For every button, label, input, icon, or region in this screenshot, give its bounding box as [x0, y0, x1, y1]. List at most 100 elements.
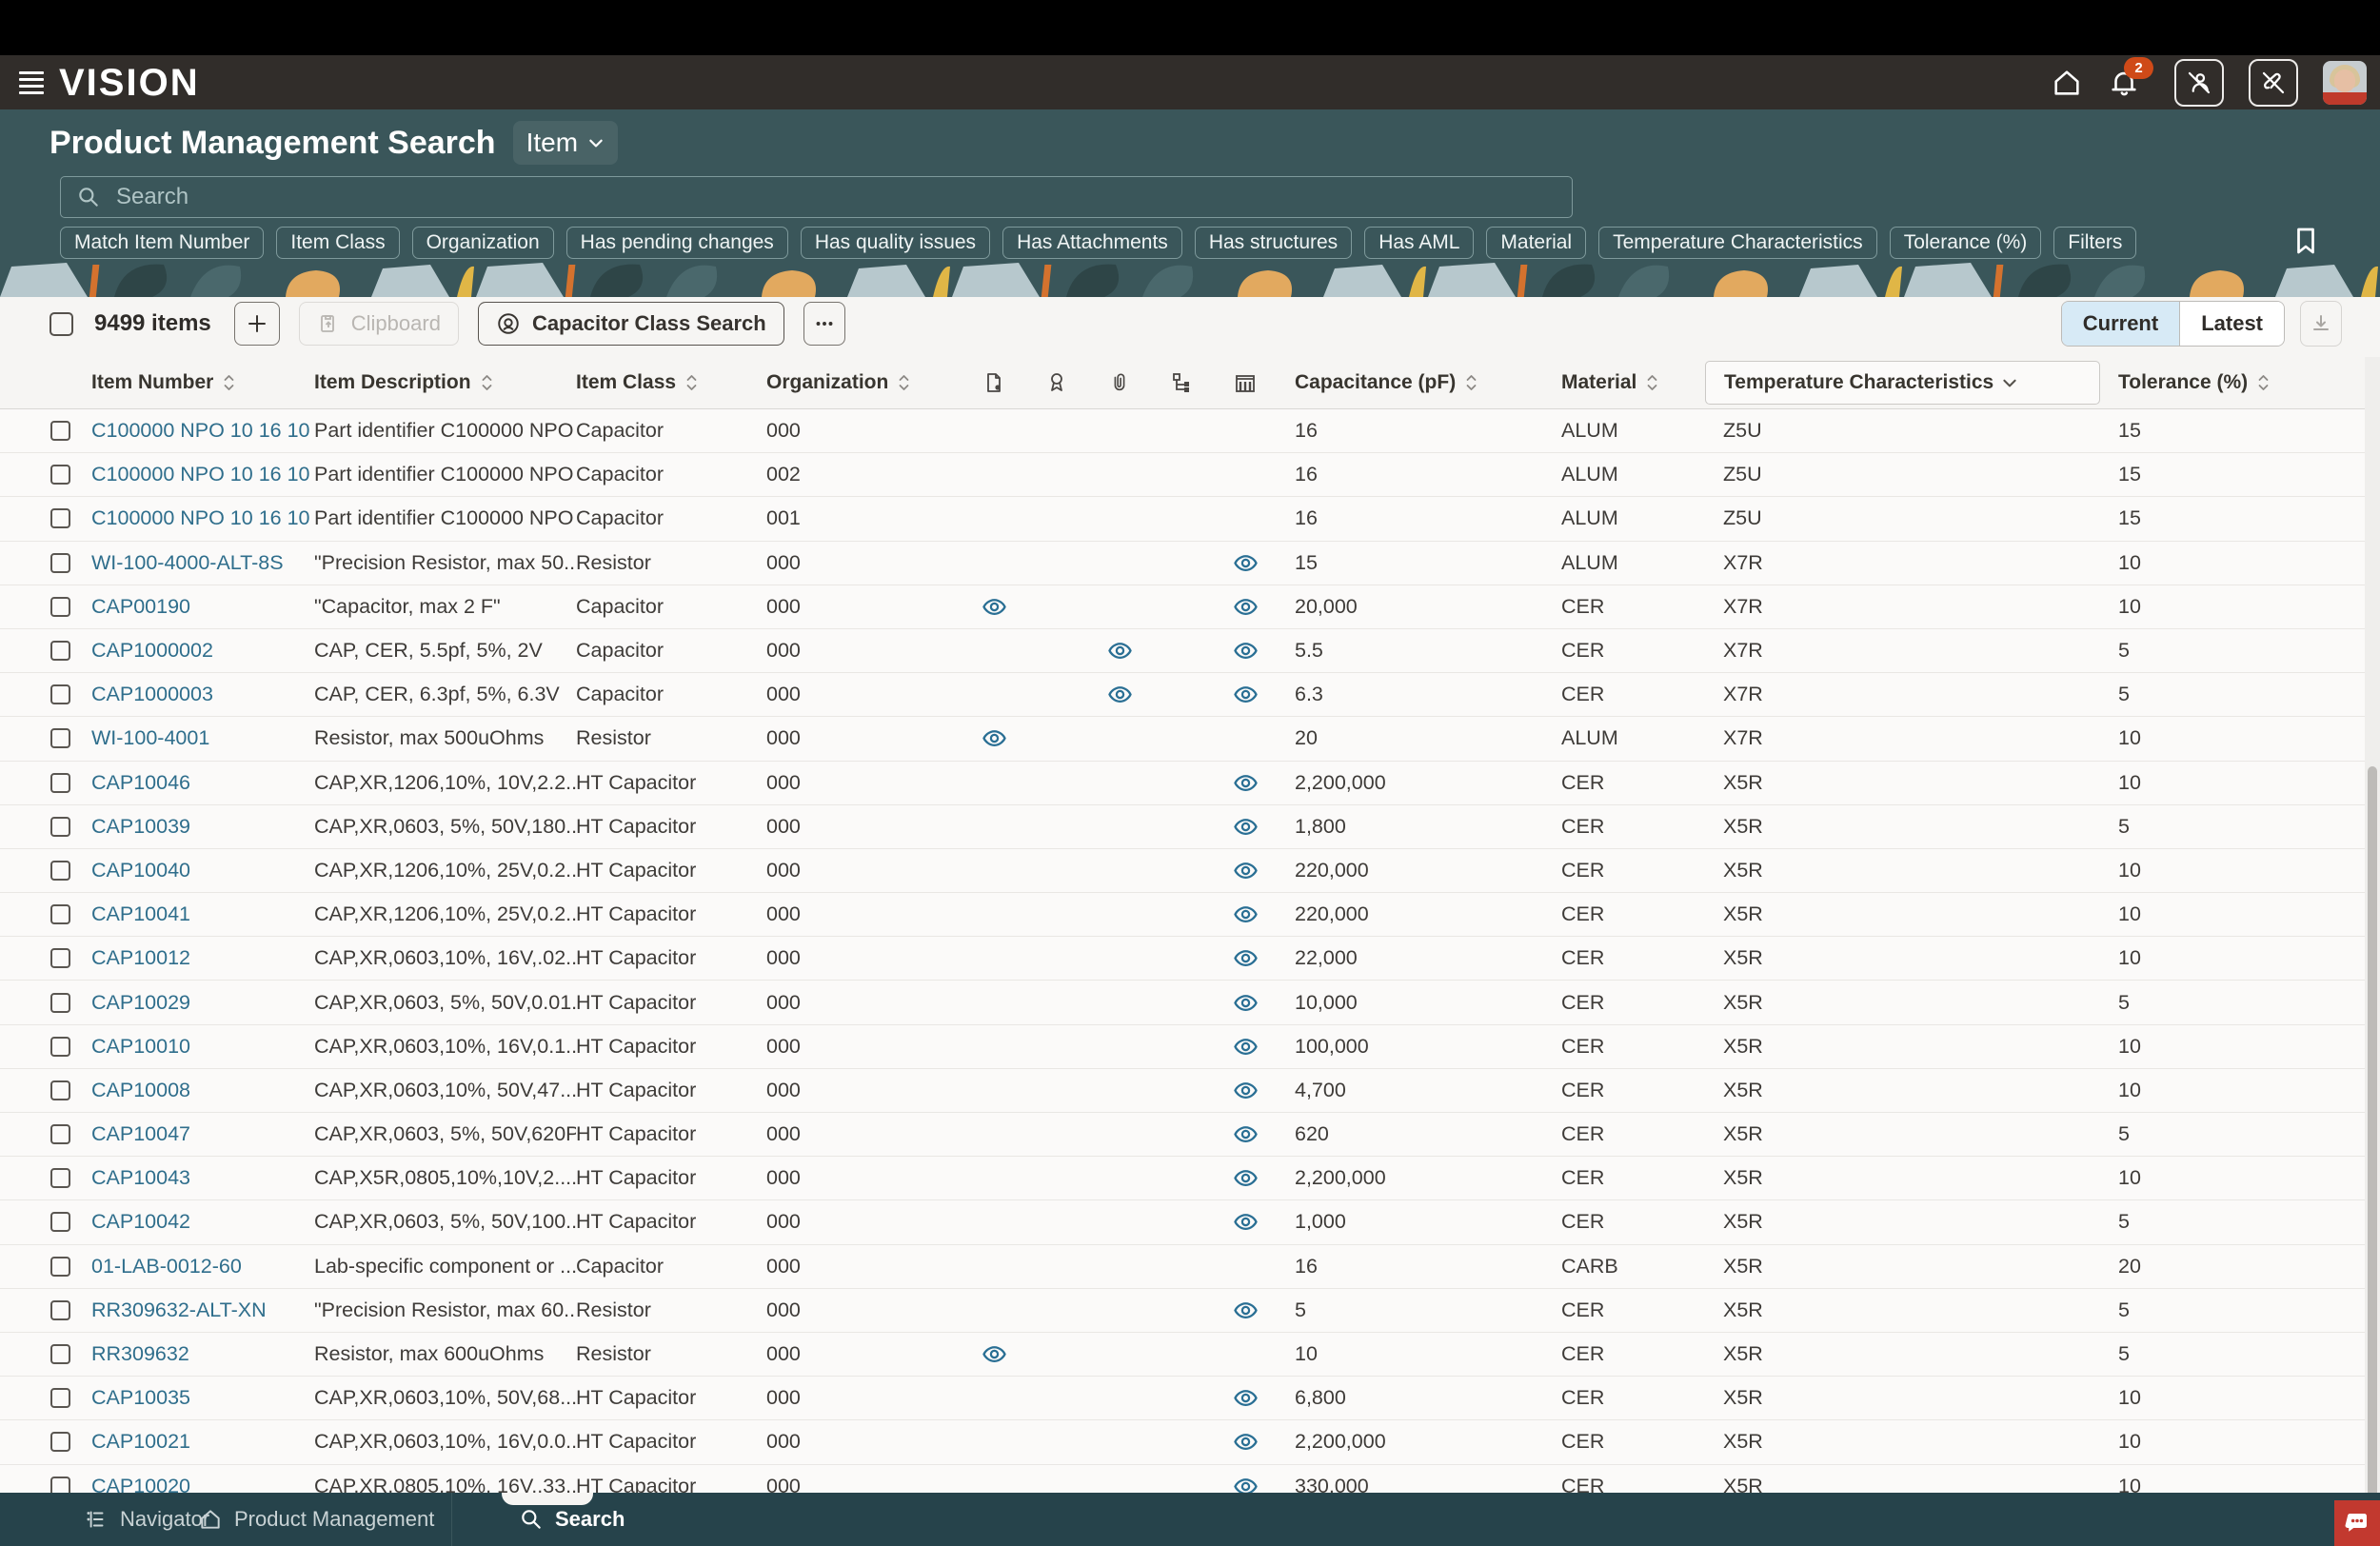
eye-icon[interactable] [1088, 638, 1151, 664]
row-checkbox[interactable] [50, 728, 70, 748]
column-header-item-number[interactable]: Item Number [91, 371, 314, 394]
eye-icon[interactable] [1214, 1298, 1277, 1323]
item-number-link[interactable]: CAP10035 [91, 1386, 314, 1410]
eye-icon[interactable] [1214, 990, 1277, 1016]
row-checkbox[interactable] [50, 641, 70, 661]
row-checkbox[interactable] [50, 993, 70, 1013]
column-header-quality-icon[interactable] [1025, 371, 1088, 394]
chip-has-aml[interactable]: Has AML [1364, 227, 1474, 259]
scope-selector[interactable]: Item [513, 121, 618, 165]
column-header-structures-icon[interactable] [1151, 371, 1214, 394]
row-checkbox[interactable] [50, 1168, 70, 1188]
impersonation-off-icon[interactable] [2174, 59, 2224, 107]
eye-icon[interactable] [1214, 945, 1277, 971]
row-checkbox[interactable] [50, 1388, 70, 1408]
eye-icon[interactable] [1214, 1121, 1277, 1147]
chip-has-attachments[interactable]: Has Attachments [1002, 227, 1182, 259]
column-header-organization[interactable]: Organization [766, 371, 962, 394]
home-icon[interactable] [2051, 67, 2083, 99]
chat-assistant-button[interactable] [2334, 1500, 2380, 1546]
eye-icon[interactable] [1214, 1034, 1277, 1060]
row-checkbox[interactable] [50, 1432, 70, 1452]
row-checkbox[interactable] [50, 904, 70, 924]
chip-has-structures[interactable]: Has structures [1195, 227, 1352, 259]
column-header-aml-icon[interactable] [1214, 371, 1277, 394]
eye-icon[interactable] [1214, 770, 1277, 796]
eye-icon[interactable] [1214, 1429, 1277, 1455]
row-checkbox[interactable] [50, 1300, 70, 1320]
item-number-link[interactable]: RR309632-ALT-XN [91, 1298, 314, 1322]
vertical-scrollbar-thumb[interactable] [2368, 766, 2377, 1542]
eye-icon[interactable] [1088, 682, 1151, 707]
column-header-temperature-characteristics[interactable]: Temperature Characteristics [1705, 361, 2100, 405]
download-button[interactable] [2300, 301, 2342, 347]
row-checkbox[interactable] [50, 465, 70, 485]
column-header-item-description[interactable]: Item Description [314, 371, 576, 394]
column-header-attachments-icon[interactable] [1088, 371, 1151, 394]
item-number-link[interactable]: CAP10042 [91, 1210, 314, 1234]
chip-temperature-characteristics[interactable]: Temperature Characteristics [1598, 227, 1877, 259]
item-number-link[interactable]: C100000 NPO 10 16 10 [91, 506, 314, 530]
add-item-button[interactable] [234, 302, 280, 346]
row-checkbox[interactable] [50, 508, 70, 528]
eye-icon[interactable] [1214, 1078, 1277, 1103]
item-number-link[interactable]: CAP10021 [91, 1430, 314, 1454]
row-checkbox[interactable] [50, 948, 70, 968]
notifications-bell-icon[interactable]: 2 [2108, 67, 2140, 99]
row-checkbox[interactable] [50, 1212, 70, 1232]
select-all-checkbox[interactable] [50, 312, 73, 336]
chip-item-class[interactable]: Item Class [276, 227, 399, 259]
search-input[interactable] [114, 183, 1557, 211]
item-number-link[interactable]: CAP10046 [91, 771, 314, 795]
item-number-link[interactable]: CAP10010 [91, 1035, 314, 1059]
row-checkbox[interactable] [50, 817, 70, 837]
item-number-link[interactable]: CAP10039 [91, 815, 314, 839]
hamburger-menu-icon[interactable] [19, 71, 44, 94]
eye-icon[interactable] [1214, 594, 1277, 620]
row-checkbox[interactable] [50, 684, 70, 704]
row-checkbox[interactable] [50, 861, 70, 881]
item-number-link[interactable]: RR309632 [91, 1342, 314, 1366]
column-header-material[interactable]: Material [1543, 371, 1705, 394]
eye-icon[interactable] [962, 594, 1025, 620]
item-number-link[interactable]: CAP1000002 [91, 639, 314, 663]
item-number-link[interactable]: CAP10029 [91, 991, 314, 1015]
sandbox-off-icon[interactable] [2249, 59, 2298, 107]
chip-match-item-number[interactable]: Match Item Number [60, 227, 264, 259]
more-actions-button[interactable] [803, 302, 845, 346]
item-number-link[interactable]: CAP1000003 [91, 683, 314, 706]
eye-icon[interactable] [1214, 814, 1277, 840]
item-number-link[interactable]: CAP10047 [91, 1122, 314, 1146]
eye-icon[interactable] [1214, 550, 1277, 576]
bookmark-icon[interactable] [2294, 227, 2317, 260]
eye-icon[interactable] [1214, 1209, 1277, 1235]
toggle-latest[interactable]: Latest [2180, 302, 2284, 346]
item-number-link[interactable]: CAP00190 [91, 595, 314, 619]
row-checkbox[interactable] [50, 1257, 70, 1277]
item-number-link[interactable]: CAP10043 [91, 1166, 314, 1190]
row-checkbox[interactable] [50, 553, 70, 573]
chip-tolerance-[interactable]: Tolerance (%) [1890, 227, 2042, 259]
row-checkbox[interactable] [50, 1124, 70, 1144]
eye-icon[interactable] [1214, 682, 1277, 707]
row-checkbox[interactable] [50, 1080, 70, 1100]
column-header-pending-changes-icon[interactable] [962, 371, 1025, 394]
chip-organization[interactable]: Organization [412, 227, 554, 259]
eye-icon[interactable] [1214, 638, 1277, 664]
vertical-scrollbar-track[interactable] [2365, 357, 2380, 1493]
item-number-link[interactable]: CAP10040 [91, 859, 314, 882]
row-checkbox[interactable] [50, 773, 70, 793]
chip-filters[interactable]: Filters [2053, 227, 2136, 259]
eye-icon[interactable] [1214, 902, 1277, 927]
navigator-button[interactable]: Navigator [84, 1493, 209, 1546]
eye-icon[interactable] [962, 725, 1025, 751]
eye-icon[interactable] [1214, 1165, 1277, 1191]
row-checkbox[interactable] [50, 421, 70, 441]
item-number-link[interactable]: C100000 NPO 10 16 10 [91, 419, 314, 443]
item-number-link[interactable]: WI-100-4001 [91, 726, 314, 750]
eye-icon[interactable] [1214, 858, 1277, 883]
row-checkbox[interactable] [50, 1037, 70, 1057]
toggle-current[interactable]: Current [2062, 302, 2180, 346]
column-header-capacitance[interactable]: Capacitance (pF) [1277, 371, 1543, 394]
item-number-link[interactable]: CAP10012 [91, 946, 314, 970]
